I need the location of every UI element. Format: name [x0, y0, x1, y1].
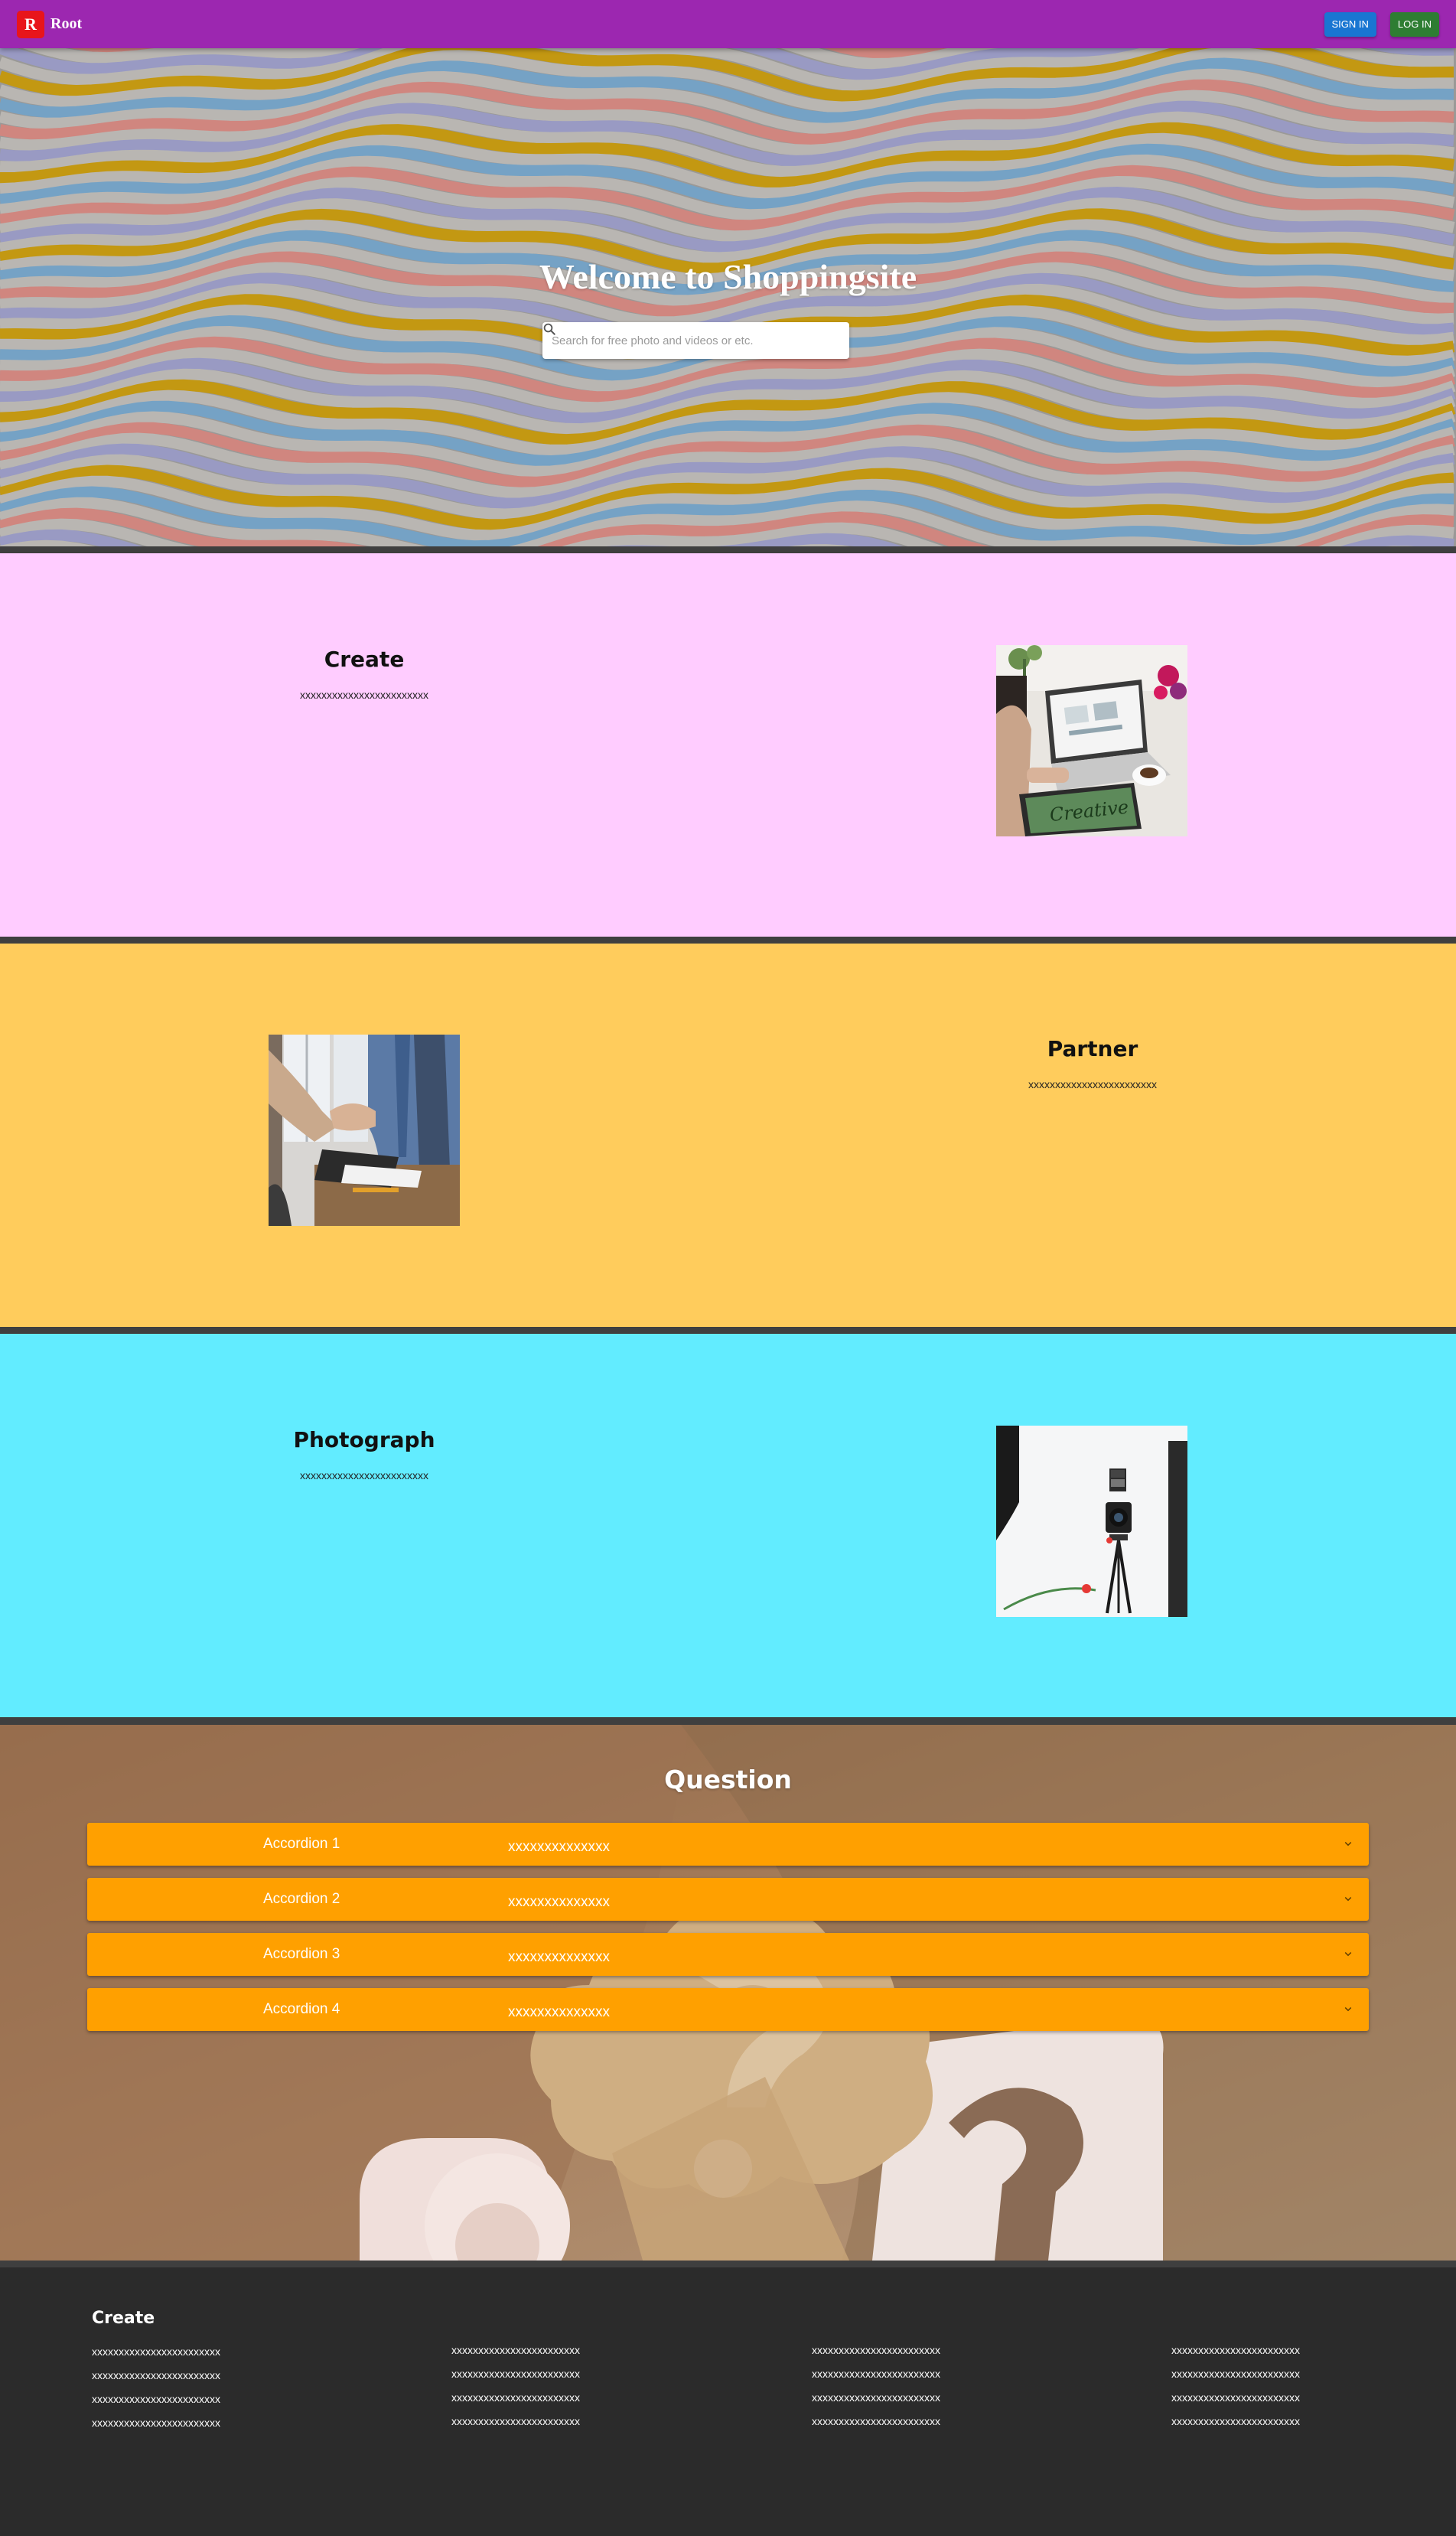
footer-column: xxxxxxxxxxxxxxxxxxxxxxxx xxxxxxxxxxxxxxx… [812, 2339, 1057, 2433]
hero-title: Welcome to Shoppingsite [539, 257, 917, 296]
footer-link[interactable]: xxxxxxxxxxxxxxxxxxxxxxxx [812, 2410, 1057, 2433]
feature-title: Create [324, 647, 405, 672]
handshake-image [269, 1035, 460, 1226]
feature-text: Partner xxxxxxxxxxxxxxxxxxxxxxxx [940, 1036, 1246, 1090]
footer-link[interactable]: xxxxxxxxxxxxxxxxxxxxxxxx [451, 2339, 696, 2362]
brand-name: Root [50, 15, 83, 32]
nav-actions: SIGN IN LOG IN [1324, 11, 1439, 37]
feature-photograph-section: Photograph xxxxxxxxxxxxxxxxxxxxxxxx [0, 1334, 1456, 1717]
feature-text: Create xxxxxxxxxxxxxxxxxxxxxxxx [211, 647, 517, 701]
footer-link[interactable]: xxxxxxxxxxxxxxxxxxxxxxxx [812, 2362, 1057, 2386]
camera-studio-image [996, 1426, 1187, 1617]
accordion-summary: xxxxxxxxxxxxxx [508, 1949, 610, 1965]
accordion-summary: xxxxxxxxxxxxxx [508, 2004, 610, 2020]
footer-link[interactable]: xxxxxxxxxxxxxxxxxxxxxxxx [92, 2411, 337, 2435]
chevron-down-icon[interactable] [1341, 1837, 1355, 1850]
chevron-down-icon[interactable] [1341, 1892, 1355, 1905]
feature-description: xxxxxxxxxxxxxxxxxxxxxxxx [300, 689, 428, 701]
feature-partner-section: Partner xxxxxxxxxxxxxxxxxxxxxxxx [0, 944, 1456, 1327]
accordion-label: Accordion 4 [263, 2001, 340, 2017]
section-divider [0, 1327, 1456, 1334]
footer-title: Create [92, 2309, 155, 2328]
accordion-label: Accordion 1 [263, 1836, 340, 1852]
footer-link[interactable]: xxxxxxxxxxxxxxxxxxxxxxxx [1171, 2386, 1416, 2410]
footer-column: xxxxxxxxxxxxxxxxxxxxxxxx xxxxxxxxxxxxxxx… [451, 2339, 696, 2433]
footer-column: xxxxxxxxxxxxxxxxxxxxxxxx xxxxxxxxxxxxxxx… [1171, 2339, 1416, 2433]
hero-overlay [0, 48, 1456, 546]
section-divider [0, 2261, 1456, 2267]
footer-link[interactable]: xxxxxxxxxxxxxxxxxxxxxxxx [451, 2386, 696, 2410]
hero-banner: Welcome to Shoppingsite [0, 48, 1456, 546]
sign-in-button[interactable]: SIGN IN [1324, 11, 1376, 37]
section-divider [0, 937, 1456, 944]
brand-logo[interactable]: R Root [17, 10, 83, 38]
footer-link[interactable]: xxxxxxxxxxxxxxxxxxxxxxxx [92, 2364, 337, 2388]
footer-link[interactable]: xxxxxxxxxxxxxxxxxxxxxxxx [1171, 2339, 1416, 2362]
footer-link[interactable]: xxxxxxxxxxxxxxxxxxxxxxxx [92, 2388, 337, 2411]
site-footer: Create xxxxxxxxxxxxxxxxxxxxxxxx xxxxxxxx… [0, 2267, 1456, 2536]
accordion-item[interactable]: Accordion 3 xxxxxxxxxxxxxx [87, 1933, 1369, 1976]
accordion-summary: xxxxxxxxxxxxxx [508, 1894, 610, 1910]
question-section: Question Accordion 1 xxxxxxxxxxxxxx Acco… [0, 1725, 1456, 2261]
accordion-summary: xxxxxxxxxxxxxx [508, 1839, 610, 1855]
accordion-label: Accordion 2 [263, 1891, 340, 1907]
top-navbar: R Root SIGN IN LOG IN [0, 0, 1456, 48]
accordion-item[interactable]: Accordion 4 xxxxxxxxxxxxxx [87, 1988, 1369, 2031]
chevron-down-icon[interactable] [1341, 1947, 1355, 1961]
brand-mark-icon: R [17, 10, 44, 38]
search-bar [542, 322, 849, 359]
footer-link[interactable]: xxxxxxxxxxxxxxxxxxxxxxxx [451, 2410, 696, 2433]
feature-title: Photograph [293, 1427, 435, 1452]
search-icon[interactable] [543, 323, 840, 350]
section-divider [0, 546, 1456, 553]
feature-description: xxxxxxxxxxxxxxxxxxxxxxxx [1028, 1078, 1157, 1090]
footer-link[interactable]: xxxxxxxxxxxxxxxxxxxxxxxx [1171, 2362, 1416, 2386]
accordion-item[interactable]: Accordion 2 xxxxxxxxxxxxxx [87, 1878, 1369, 1921]
footer-link[interactable]: xxxxxxxxxxxxxxxxxxxxxxxx [451, 2362, 696, 2386]
search-input[interactable] [552, 334, 820, 347]
feature-description: xxxxxxxxxxxxxxxxxxxxxxxx [300, 1469, 428, 1482]
footer-link[interactable]: xxxxxxxxxxxxxxxxxxxxxxxx [92, 2340, 337, 2364]
chevron-down-icon[interactable] [1341, 2002, 1355, 2016]
footer-column: Create xxxxxxxxxxxxxxxxxxxxxxxx xxxxxxxx… [92, 2309, 337, 2435]
laptop-workspace-image: Creative [996, 645, 1187, 836]
feature-create-section: Create xxxxxxxxxxxxxxxxxxxxxxxx Creative [0, 553, 1456, 937]
section-divider [0, 1717, 1456, 1725]
log-in-button[interactable]: LOG IN [1389, 11, 1439, 37]
footer-link[interactable]: xxxxxxxxxxxxxxxxxxxxxxxx [812, 2339, 1057, 2362]
footer-link[interactable]: xxxxxxxxxxxxxxxxxxxxxxxx [812, 2386, 1057, 2410]
accordion-item[interactable]: Accordion 1 xxxxxxxxxxxxxx [87, 1823, 1369, 1866]
feature-title: Partner [1047, 1036, 1138, 1061]
question-title: Question [664, 1765, 792, 1794]
footer-link[interactable]: xxxxxxxxxxxxxxxxxxxxxxxx [1171, 2410, 1416, 2433]
accordion-label: Accordion 3 [263, 1946, 340, 1962]
feature-text: Photograph xxxxxxxxxxxxxxxxxxxxxxxx [211, 1427, 517, 1482]
